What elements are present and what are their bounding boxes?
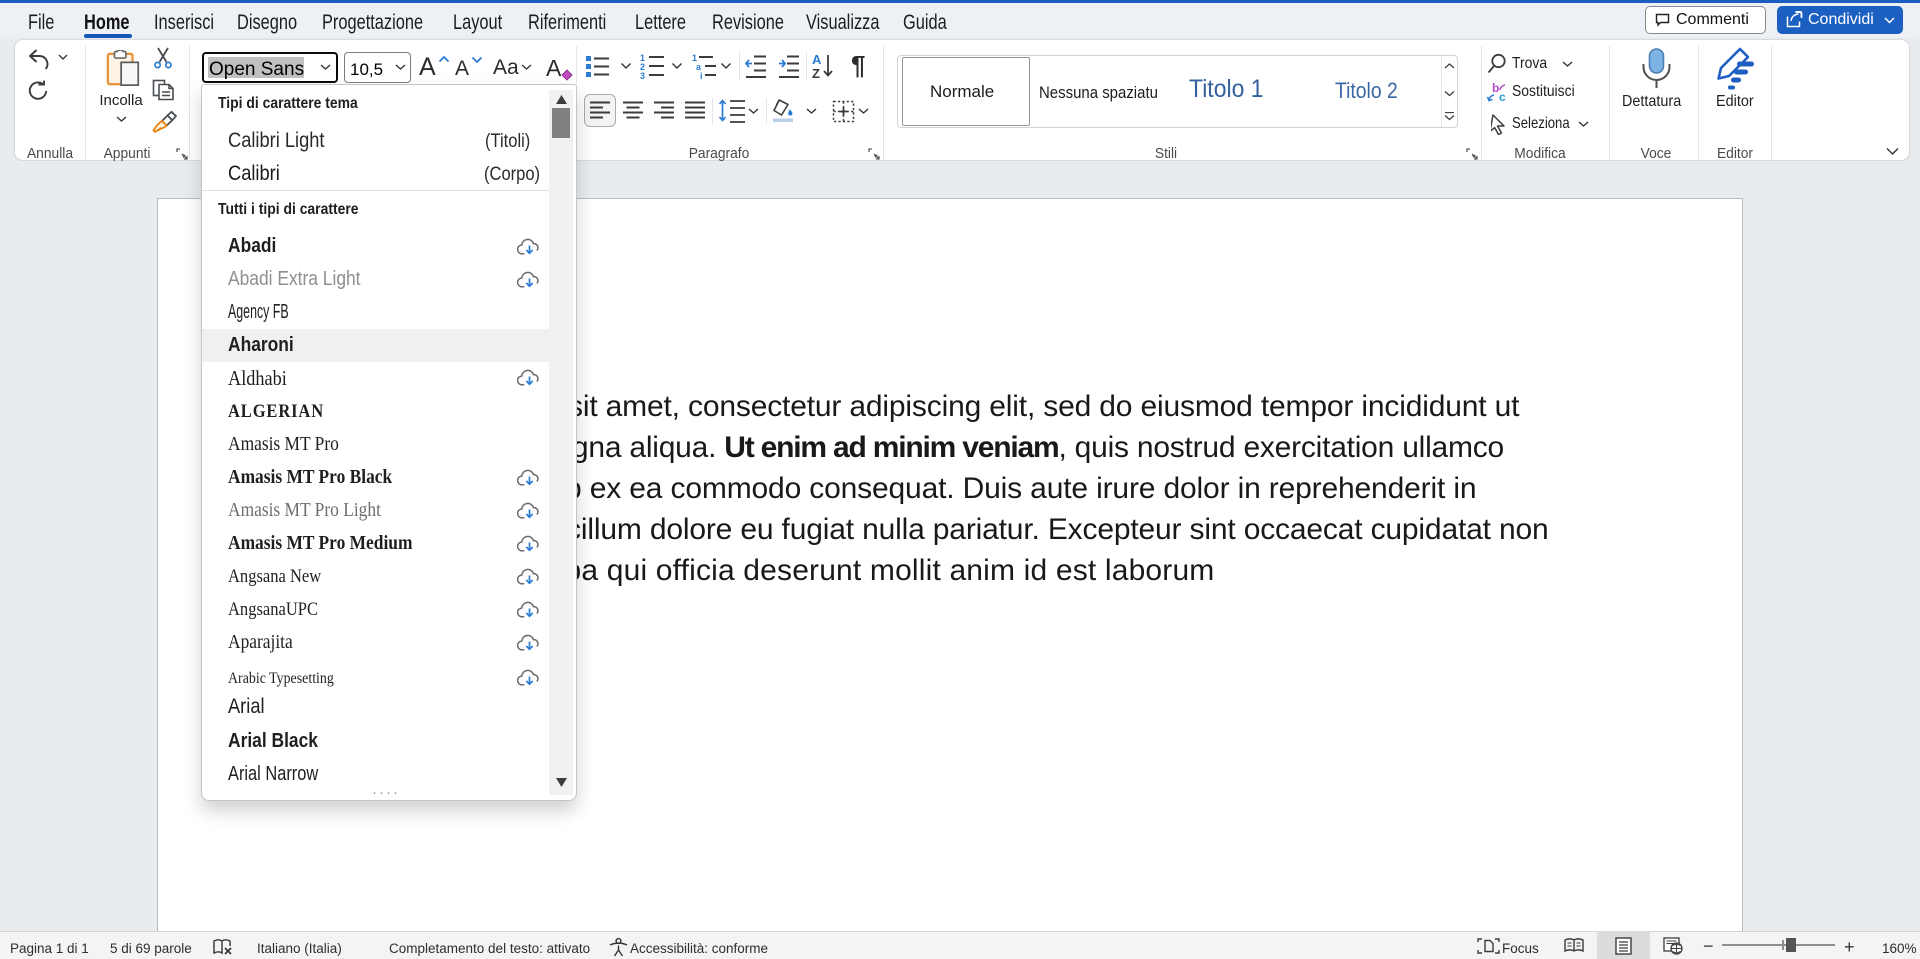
svg-text:Z: Z <box>812 66 820 80</box>
svg-text:i: i <box>700 71 703 79</box>
svg-text:c: c <box>1499 90 1506 104</box>
svg-text:3: 3 <box>640 71 645 79</box>
svg-text:A: A <box>812 52 822 67</box>
